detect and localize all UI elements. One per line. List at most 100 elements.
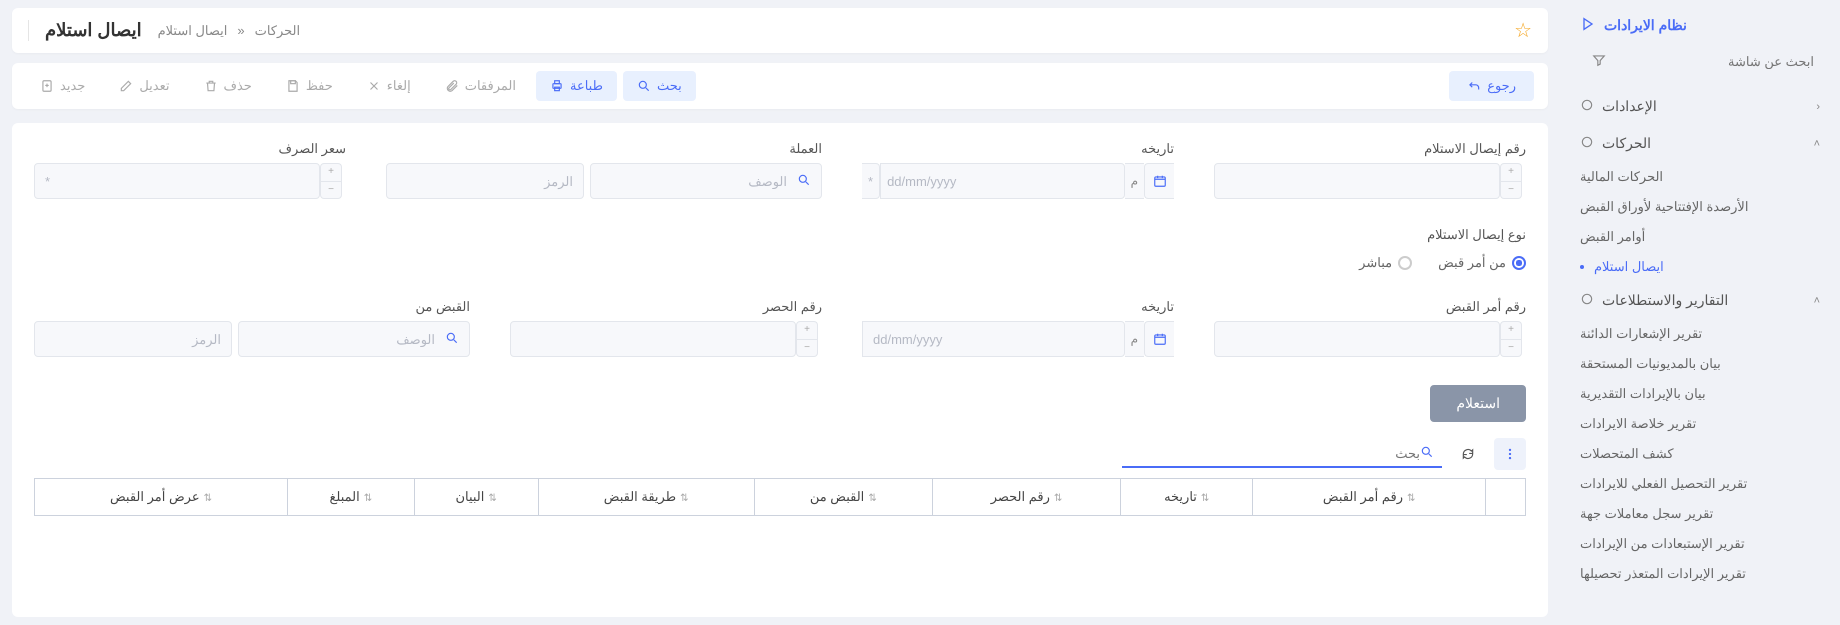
sidebar: نظام الايرادات ‹الإعدادات˄الحركاتالحركات… <box>1560 0 1840 625</box>
grid-search[interactable] <box>1122 441 1442 468</box>
search-button[interactable]: بحث <box>623 71 696 101</box>
grid-toolbar <box>34 438 1526 470</box>
receipt-no-spinner[interactable]: + − <box>1500 163 1522 199</box>
print-button[interactable]: طباعة <box>536 71 617 101</box>
delete-button[interactable]: حذف <box>190 71 266 101</box>
sidebar-section-title[interactable]: ˄التقارير والاستطلاعات <box>1560 282 1840 319</box>
save-label: حفظ <box>306 78 333 94</box>
sidebar-item[interactable]: الأرصدة الإفتتاحية لأوراق القبض <box>1560 192 1840 222</box>
sidebar-section-title[interactable]: ‹الإعدادات <box>1560 88 1840 125</box>
sidebar-item[interactable]: بيان بالإيرادات التقديرية <box>1560 379 1840 409</box>
receipt-date-label: تاريخه <box>862 141 1174 157</box>
grid-refresh-button[interactable] <box>1452 438 1484 470</box>
grid-column-label: رقم الحصر <box>991 489 1050 504</box>
save-button[interactable]: حفظ <box>272 71 347 101</box>
new-label: جديد <box>60 78 85 94</box>
sidebar-item[interactable]: تقرير الإستبعادات من الإيرادات <box>1560 529 1840 559</box>
required-indicator: * <box>862 163 880 199</box>
spinner-up-icon[interactable]: + <box>320 163 342 181</box>
date-era-label: م <box>1125 321 1144 357</box>
sidebar-item[interactable]: ايصال استلام <box>1560 252 1840 282</box>
rate-spinner[interactable]: + − <box>320 163 342 199</box>
grid-column-label: عرض أمر القبض <box>110 489 200 504</box>
receipt-date-input[interactable] <box>880 163 1125 199</box>
receive-from-label: القبض من <box>34 299 470 315</box>
bullet-icon <box>1580 265 1584 269</box>
spinner-down-icon[interactable]: − <box>1500 181 1522 200</box>
breadcrumb-root[interactable]: الحركات <box>255 23 301 39</box>
sidebar-item[interactable]: تقرير سجل معاملات جهة <box>1560 499 1840 529</box>
new-icon <box>40 79 54 93</box>
sidebar-item-label: تقرير الإيرادات المتعذر تحصيلها <box>1580 566 1746 582</box>
type-from-order-radio[interactable]: من أمر قبض <box>1438 255 1526 271</box>
sidebar-item[interactable]: الحركات المالية <box>1560 162 1840 192</box>
grid-column-header[interactable]: ⇅رقم أمر القبض <box>1253 479 1486 516</box>
paperclip-icon <box>445 79 459 93</box>
lookup-search-icon[interactable] <box>797 173 811 190</box>
sidebar-item[interactable]: تقرير الإشعارات الدائنة <box>1560 319 1840 349</box>
order-no-input[interactable] <box>1214 321 1500 357</box>
type-direct-radio[interactable]: مباشر <box>1359 255 1412 271</box>
restrict-no-input[interactable] <box>510 321 796 357</box>
sidebar-item-label: تقرير الإستبعادات من الإيرادات <box>1580 536 1745 552</box>
order-no-spinner[interactable]: + − <box>1500 321 1522 357</box>
cancel-button[interactable]: إلغاء <box>353 71 425 101</box>
grid-column-header[interactable]: ⇅المبلغ <box>287 479 414 516</box>
action-toolbar: رجوع بحث طباعة المرفقات إلغاء <box>12 63 1548 109</box>
currency-label: العملة <box>386 141 822 157</box>
spinner-up-icon[interactable]: + <box>1500 321 1522 339</box>
breadcrumb: الحركات « ايصال استلام <box>158 23 301 39</box>
sidebar-item-label: الأرصدة الإفتتاحية لأوراق القبض <box>1580 199 1748 215</box>
spinner-down-icon[interactable]: − <box>1500 339 1522 358</box>
query-button[interactable]: استعلام <box>1430 385 1526 422</box>
form-panel: رقم إيصال الاستلام + − تاريخه <box>12 123 1548 617</box>
rate-input[interactable] <box>34 163 320 199</box>
edit-label: تعديل <box>139 78 169 94</box>
currency-desc-input[interactable] <box>601 174 797 189</box>
back-button[interactable]: رجوع <box>1449 71 1534 101</box>
sidebar-section-title[interactable]: ˄الحركات <box>1560 125 1840 162</box>
spinner-up-icon[interactable]: + <box>1500 163 1522 181</box>
sidebar-item[interactable]: تقرير التحصيل الفعلي للايرادات <box>1560 469 1840 499</box>
grid-menu-button[interactable] <box>1494 438 1526 470</box>
sidebar-item[interactable]: أوامر القبض <box>1560 222 1840 252</box>
grid-column-header[interactable]: ⇅عرض أمر القبض <box>35 479 288 516</box>
sidebar-item[interactable]: تقرير الإيرادات المتعذر تحصيلها <box>1560 559 1840 589</box>
lookup-search-icon[interactable] <box>445 331 459 348</box>
sidebar-search[interactable] <box>1576 47 1824 76</box>
receive-from-desc-input[interactable] <box>249 332 445 347</box>
grid-column-header[interactable]: ⇅رقم الحصر <box>932 479 1120 516</box>
edit-button[interactable]: تعديل <box>105 71 183 101</box>
grid-search-input[interactable] <box>1126 446 1420 461</box>
sidebar-item[interactable]: كشف المتحصلات <box>1560 439 1840 469</box>
receipt-no-input[interactable] <box>1214 163 1500 199</box>
spinner-up-icon[interactable]: + <box>796 321 818 339</box>
receive-from-code-input[interactable] <box>34 321 232 357</box>
sidebar-item[interactable]: بيان بالمديونيات المستحقة <box>1560 349 1840 379</box>
restrict-no-spinner[interactable]: + − <box>796 321 818 357</box>
close-icon <box>367 79 381 93</box>
sidebar-item[interactable]: تقرير خلاصة الايرادات <box>1560 409 1840 439</box>
grid-column-header[interactable]: ⇅القبض من <box>754 479 932 516</box>
currency-code-input[interactable] <box>386 163 584 199</box>
sidebar-search-input[interactable] <box>1606 54 1814 69</box>
radio-dot-icon <box>1398 256 1412 270</box>
filter-icon <box>1592 53 1606 70</box>
calendar-icon[interactable] <box>1144 321 1174 357</box>
spinner-down-icon[interactable]: − <box>320 181 342 200</box>
sidebar-item-label: الحركات المالية <box>1580 169 1663 185</box>
sidebar-item-label: تقرير التحصيل الفعلي للايرادات <box>1580 476 1747 492</box>
report-icon <box>1580 292 1594 309</box>
attachments-button[interactable]: المرفقات <box>431 71 530 101</box>
breadcrumb-sep: « <box>237 23 244 38</box>
new-button[interactable]: جديد <box>26 71 99 101</box>
back-icon <box>1467 79 1481 93</box>
calendar-icon[interactable] <box>1144 163 1174 199</box>
favorite-icon[interactable]: ☆ <box>1514 18 1532 43</box>
grid-column-header[interactable]: ⇅البيان <box>414 479 538 516</box>
grid-column-header[interactable]: ⇅طريقة القبض <box>538 479 754 516</box>
refresh-icon <box>1461 447 1475 461</box>
order-date-input[interactable] <box>862 321 1125 357</box>
spinner-down-icon[interactable]: − <box>796 339 818 358</box>
grid-column-header[interactable]: ⇅تاريخه <box>1121 479 1253 516</box>
